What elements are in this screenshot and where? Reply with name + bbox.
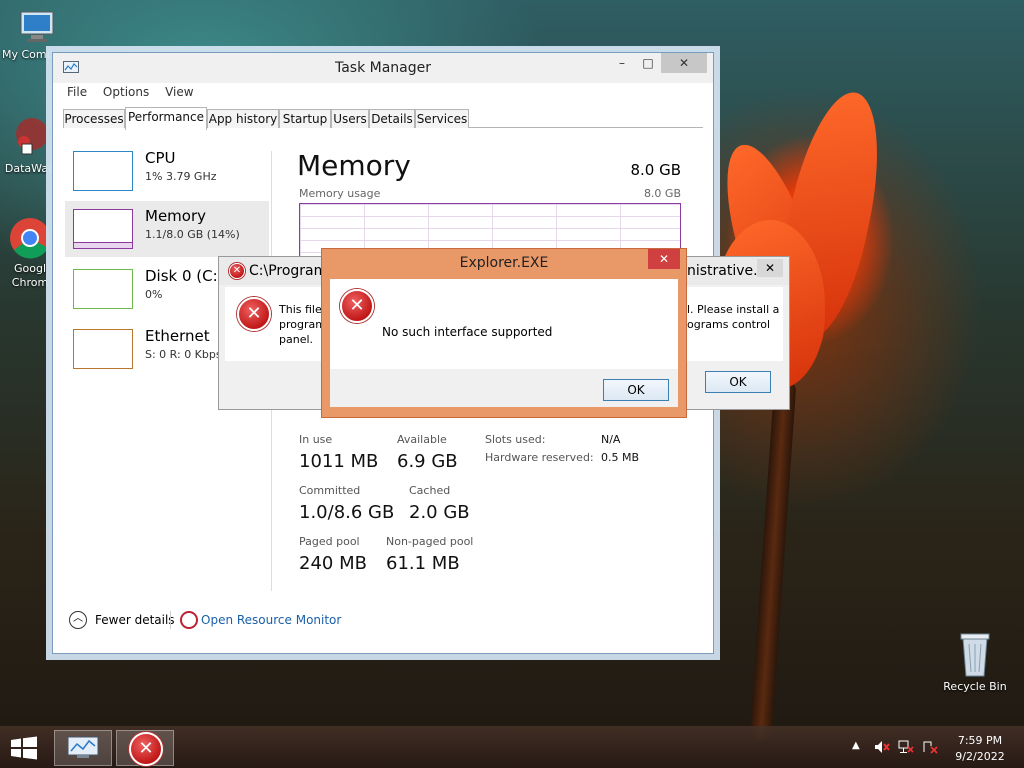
dialog-message-left: program xyxy=(279,318,326,331)
sidebar-item-value: 1.1/8.0 GB (14%) xyxy=(145,228,240,241)
tab-users[interactable]: Users xyxy=(331,109,369,128)
taskbar-error-button[interactable]: ✕ xyxy=(116,730,174,766)
chevron-up-icon[interactable]: ︿ xyxy=(69,611,87,629)
close-button[interactable]: ✕ xyxy=(648,249,680,269)
tab-app-history[interactable]: App history xyxy=(207,109,279,128)
error-icon: ✕ xyxy=(129,732,163,766)
tab-performance[interactable]: Performance xyxy=(125,107,207,130)
sidebar-item-value: 0% xyxy=(145,288,163,301)
flower-stem xyxy=(749,379,797,741)
hardware-reserved-value: 0.5 MB xyxy=(601,451,640,464)
sidebar-item-value: S: 0 R: 0 Kbps xyxy=(145,348,222,361)
footer-divider xyxy=(170,611,171,629)
non-paged-pool-value: 61.1 MB xyxy=(386,553,460,574)
memory-capacity: 8.0 GB xyxy=(630,161,681,179)
datawag-icon xyxy=(10,112,50,160)
memory-thumbnail-fill xyxy=(74,242,132,248)
committed-value: 1.0/8.6 GB xyxy=(299,502,395,523)
memory-usage-label: Memory usage xyxy=(299,187,381,200)
recycle-bin-icon xyxy=(955,630,995,678)
task-manager-icon xyxy=(67,736,99,758)
paged-pool-value: 240 MB xyxy=(299,553,367,574)
chrome-icon xyxy=(8,216,52,260)
desktop-icon-label: DataWag xyxy=(4,162,56,175)
sidebar-item-memory[interactable]: Memory 1.1/8.0 GB (14%) xyxy=(65,201,269,257)
slots-used-label: Slots used: xyxy=(485,433,546,446)
desktop-icon-label: Recycle Bin xyxy=(943,680,1007,693)
menu-bar: File Options View xyxy=(67,85,206,99)
page-title: Memory xyxy=(297,149,411,182)
tab-processes[interactable]: Processes xyxy=(63,109,125,128)
dialog-message-right: l. Please install a xyxy=(687,303,780,316)
available-value: 6.9 GB xyxy=(397,451,458,472)
slots-used-value: N/A xyxy=(601,433,621,446)
taskbar-task-manager-button[interactable] xyxy=(54,730,112,766)
in-use-label: In use xyxy=(299,433,333,446)
windows-start-icon[interactable] xyxy=(10,736,38,763)
dialog-body xyxy=(330,279,678,369)
dialog-message-left: panel. xyxy=(279,333,314,346)
menu-options[interactable]: Options xyxy=(103,85,149,99)
computer-icon xyxy=(17,10,57,46)
hardware-reserved-label: Hardware reserved: xyxy=(485,451,594,464)
desktop-icon-chrome[interactable]: Googl Chrom xyxy=(0,216,60,290)
action-center-icon[interactable] xyxy=(922,740,938,754)
desktop-icon-datawag[interactable]: DataWag xyxy=(0,112,60,175)
ethernet-thumbnail xyxy=(73,329,133,369)
show-hidden-icons-button[interactable]: ▲ xyxy=(852,740,860,751)
paged-pool-label: Paged pool xyxy=(299,535,360,548)
sidebar-item-label: Ethernet xyxy=(145,327,210,345)
ok-button[interactable]: OK xyxy=(705,371,771,393)
sidebar-item-label: Memory xyxy=(145,207,207,225)
speaker-muted-icon[interactable] xyxy=(874,740,890,754)
tab-details[interactable]: Details xyxy=(369,109,415,128)
clock-time[interactable]: 7:59 PM xyxy=(946,734,1014,747)
dialog-title: Explorer.EXE xyxy=(459,255,549,271)
tab-startup[interactable]: Startup xyxy=(279,109,331,128)
desktop-icon-label: Googl Chrom xyxy=(11,262,49,289)
dialog-message-left: This file xyxy=(279,303,322,316)
dialog-title-left: C:\Program xyxy=(249,263,328,279)
disk-thumbnail xyxy=(73,269,133,309)
memory-usage-max: 8.0 GB xyxy=(643,187,681,200)
sidebar-item-label: CPU xyxy=(145,149,176,167)
fewer-details-link[interactable]: Fewer details xyxy=(95,613,175,627)
dialog-message: No such interface supported xyxy=(382,325,553,339)
available-label: Available xyxy=(397,433,447,446)
in-use-value: 1011 MB xyxy=(299,451,379,472)
menu-view[interactable]: View xyxy=(165,85,193,99)
error-icon: ✕ xyxy=(237,297,271,331)
sidebar-item-value: 1% 3.79 GHz xyxy=(145,170,217,183)
error-icon: ✕ xyxy=(229,263,245,279)
resource-monitor-icon xyxy=(180,611,198,629)
non-paged-pool-label: Non-paged pool xyxy=(386,535,474,548)
taskbar: ✕ ▲ 7:59 PM 9/2/2022 xyxy=(0,726,1024,768)
minimize-button[interactable]: – xyxy=(609,53,635,73)
cpu-thumbnail xyxy=(73,151,133,191)
sidebar-item-cpu[interactable]: CPU 1% 3.79 GHz xyxy=(65,143,269,199)
cached-label: Cached xyxy=(409,484,451,497)
title-bar[interactable]: Task Manager – □ ✕ xyxy=(53,53,713,83)
ok-button[interactable]: OK xyxy=(603,379,669,401)
network-icon[interactable] xyxy=(898,740,914,754)
error-icon: ✕ xyxy=(340,289,374,323)
open-resource-monitor-link[interactable]: Open Resource Monitor xyxy=(201,613,341,627)
memory-thumbnail xyxy=(73,209,133,249)
cached-value: 2.0 GB xyxy=(409,502,470,523)
close-button[interactable]: ✕ xyxy=(661,53,707,73)
menu-file[interactable]: File xyxy=(67,85,87,99)
close-button[interactable]: ✕ xyxy=(757,259,783,277)
maximize-button[interactable]: □ xyxy=(635,53,661,73)
dialog-title-right: nistrative... xyxy=(687,263,767,279)
sidebar-item-label: Disk 0 (C:) xyxy=(145,267,224,285)
dialog-message-right: ograms control xyxy=(687,318,771,331)
explorer-error-dialog: Explorer.EXE ✕ ✕ No such interface suppo… xyxy=(321,248,687,418)
desktop-icon-recycle-bin[interactable]: Recycle Bin xyxy=(940,630,1010,693)
tab-services[interactable]: Services xyxy=(415,109,469,128)
committed-label: Committed xyxy=(299,484,361,497)
clock-date[interactable]: 9/2/2022 xyxy=(946,750,1014,763)
